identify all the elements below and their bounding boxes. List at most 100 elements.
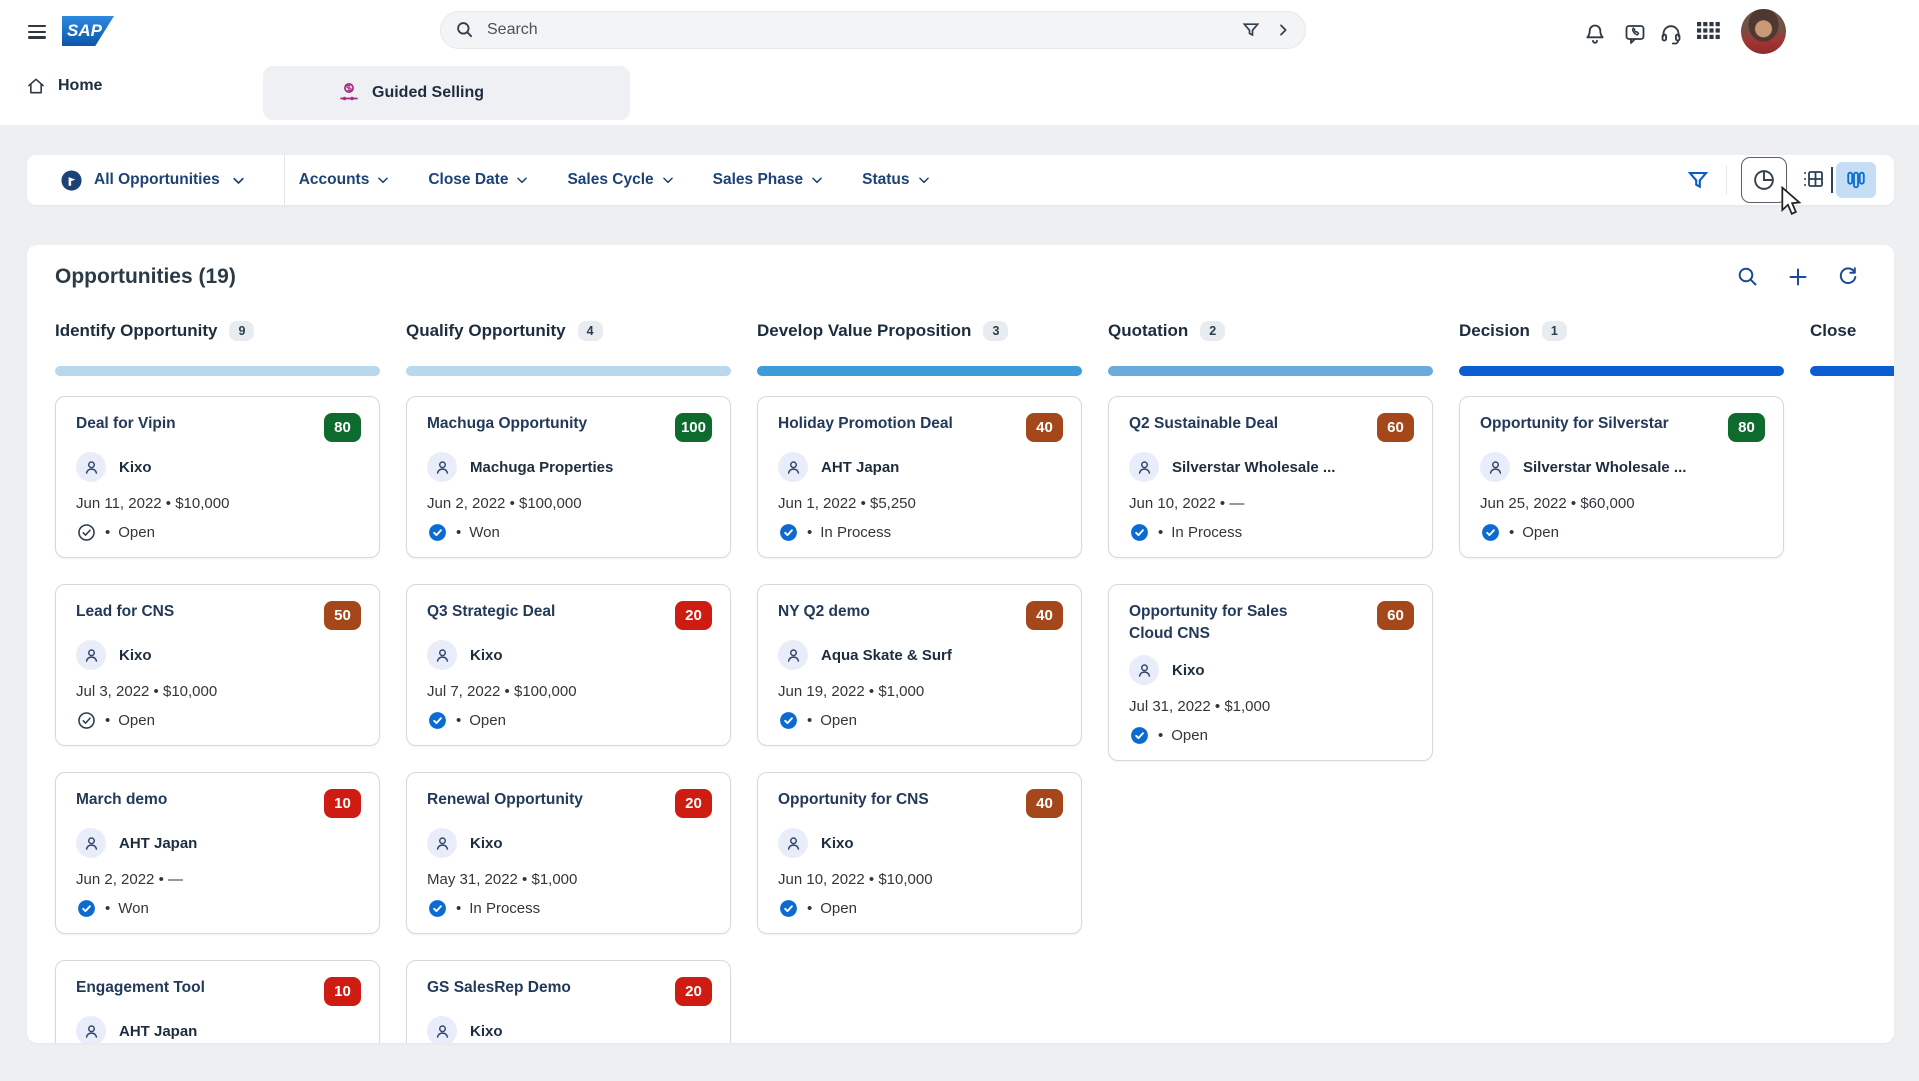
refresh-icon[interactable] [1836, 265, 1860, 289]
account-name: Kixo [1172, 662, 1205, 679]
tab-guided-selling[interactable]: Guided Selling [263, 66, 630, 120]
close-date-amount: Jun 19, 2022 • $1,000 [778, 681, 1063, 702]
opportunity-card[interactable]: NY Q2 demo 40 Aqua Skate & Surf Jun 19, … [757, 584, 1082, 746]
adapt-filters-icon[interactable] [1686, 168, 1710, 192]
kanban-view-button[interactable] [1836, 162, 1876, 198]
opportunity-card[interactable]: Holiday Promotion Deal 40 AHT Japan Jun … [757, 396, 1082, 558]
board-search-icon[interactable] [1736, 265, 1760, 289]
card-title-row: Deal for Vipin 80 [76, 413, 361, 442]
user-avatar[interactable] [1741, 9, 1786, 54]
opportunity-card[interactable]: Opportunity for Sales Cloud CNS 60 Kixo … [1108, 584, 1433, 761]
chart-view-button[interactable] [1741, 157, 1787, 203]
column-count-badge: 9 [229, 321, 254, 341]
opportunity-title: Opportunity for CNS [778, 789, 929, 811]
opportunity-title: NY Q2 demo [778, 601, 870, 623]
opportunity-card[interactable]: Q3 Strategic Deal 20 Kixo Jul 7, 2022 • … [406, 584, 731, 746]
opportunity-card[interactable]: Engagement Tool 10 AHT Japan Nov 12, 201… [55, 960, 380, 1043]
notifications-bell-icon[interactable] [1583, 22, 1607, 46]
opportunity-card[interactable]: Machuga Opportunity 100 Machuga Properti… [406, 396, 731, 558]
account-person-icon [427, 452, 457, 482]
status-text: Open [820, 710, 857, 731]
view-toggle [1798, 162, 1876, 198]
score-badge: 60 [1377, 601, 1414, 630]
card-title-row: Q3 Strategic Deal 20 [427, 601, 712, 630]
scope-label: All Opportunities [94, 171, 220, 189]
account-row: Kixo [76, 640, 361, 670]
account-person-icon [76, 1016, 106, 1043]
column-cards: Opportunity for Silverstar 80 Silverstar… [1459, 396, 1784, 558]
account-person-icon [778, 452, 808, 482]
filter-chips: Accounts Close Date Sales Cycle Sales Ph… [299, 171, 931, 189]
account-row: AHT Japan [76, 1016, 361, 1043]
status-row: • Won [76, 898, 361, 919]
opportunity-card[interactable]: Renewal Opportunity 20 Kixo May 31, 2022… [406, 772, 731, 934]
opportunity-card[interactable]: GS SalesRep Demo 20 Kixo May 22, 2022 • … [406, 960, 731, 1043]
score-badge: 80 [324, 413, 361, 442]
opportunity-title: Q3 Strategic Deal [427, 601, 555, 623]
opportunity-card[interactable]: Deal for Vipin 80 Kixo Jun 11, 2022 • $1… [55, 396, 380, 558]
account-row: AHT Japan [778, 452, 1063, 482]
search-submit-chevron-icon[interactable] [1275, 22, 1291, 38]
menu-icon[interactable] [28, 25, 46, 39]
column-title: Quotation [1108, 321, 1188, 341]
status-text: Open [118, 522, 155, 543]
filter-bar-actions [1686, 155, 1876, 205]
status-check-filled-icon [427, 522, 448, 543]
card-title-row: Renewal Opportunity 20 [427, 789, 712, 818]
column-title: Develop Value Proposition [757, 321, 971, 341]
headset-support-icon[interactable] [1659, 22, 1683, 46]
opportunities-panel: Opportunities (19) Identify Opportunity … [27, 245, 1894, 1043]
opportunity-card[interactable]: Opportunity for Silverstar 80 Silverstar… [1459, 396, 1784, 558]
scope-selector-all-opportunities[interactable]: All Opportunities [60, 169, 246, 192]
status-check-filled-icon [1129, 725, 1150, 746]
global-search[interactable] [440, 11, 1306, 49]
filter-sales-phase[interactable]: Sales Phase [713, 171, 824, 189]
search-input[interactable] [485, 20, 1241, 40]
status-check-outline-icon [76, 710, 97, 731]
filter-sales-cycle[interactable]: Sales Cycle [567, 171, 674, 189]
filter-accounts[interactable]: Accounts [299, 171, 391, 189]
account-row: Kixo [427, 640, 712, 670]
opportunity-card[interactable]: March demo 10 AHT Japan Jun 2, 2022 • — … [55, 772, 380, 934]
filter-status-label: Status [862, 171, 909, 189]
status-text: Open [820, 898, 857, 919]
account-person-icon [76, 452, 106, 482]
column-count-badge: 1 [1542, 321, 1567, 341]
account-row: Kixo [1129, 655, 1414, 685]
account-person-icon [76, 828, 106, 858]
sap-logo[interactable]: SAP [62, 16, 114, 46]
opportunity-card[interactable]: Lead for CNS 50 Kixo Jul 3, 2022 • $10,0… [55, 584, 380, 746]
status-row: • Won [427, 522, 712, 543]
panel-header: Opportunities (19) [27, 245, 1894, 289]
search-icon [455, 20, 475, 40]
account-person-icon [778, 640, 808, 670]
opportunity-card[interactable]: Q2 Sustainable Deal 60 Silverstar Wholes… [1108, 396, 1433, 558]
close-date-amount: Jun 25, 2022 • $60,000 [1480, 493, 1765, 514]
add-opportunity-icon[interactable] [1786, 265, 1810, 289]
filter-close-date[interactable]: Close Date [428, 171, 529, 189]
opportunity-card[interactable]: Opportunity for CNS 40 Kixo Jun 10, 2022… [757, 772, 1082, 934]
tab-home[interactable]: Home [26, 76, 102, 96]
account-person-icon [427, 828, 457, 858]
chevron-down-icon [661, 173, 675, 187]
column-progress-bar [55, 366, 380, 376]
search-filter-icon[interactable] [1241, 20, 1261, 40]
score-badge: 20 [675, 601, 712, 630]
status-bullet: • [456, 710, 461, 731]
column-cards: Q2 Sustainable Deal 60 Silverstar Wholes… [1108, 396, 1433, 761]
filter-status[interactable]: Status [862, 171, 930, 189]
status-text: Open [1171, 725, 1208, 746]
table-view-button[interactable] [1798, 165, 1828, 195]
page-title: Opportunities (19) [55, 265, 236, 289]
account-row: Silverstar Wholesale ... [1480, 452, 1765, 482]
chevron-down-icon [231, 173, 246, 188]
top-bar: SAP Home Guided Selling [0, 0, 1919, 125]
chat-call-icon[interactable] [1623, 22, 1647, 46]
app-launcher-grid-icon[interactable] [1697, 22, 1721, 46]
close-date-amount: Jul 3, 2022 • $10,000 [76, 681, 361, 702]
status-check-filled-icon [778, 522, 799, 543]
column-title: Identify Opportunity [55, 321, 217, 341]
score-badge: 20 [675, 789, 712, 818]
account-row: Silverstar Wholesale ... [1129, 452, 1414, 482]
divider [1726, 165, 1727, 195]
